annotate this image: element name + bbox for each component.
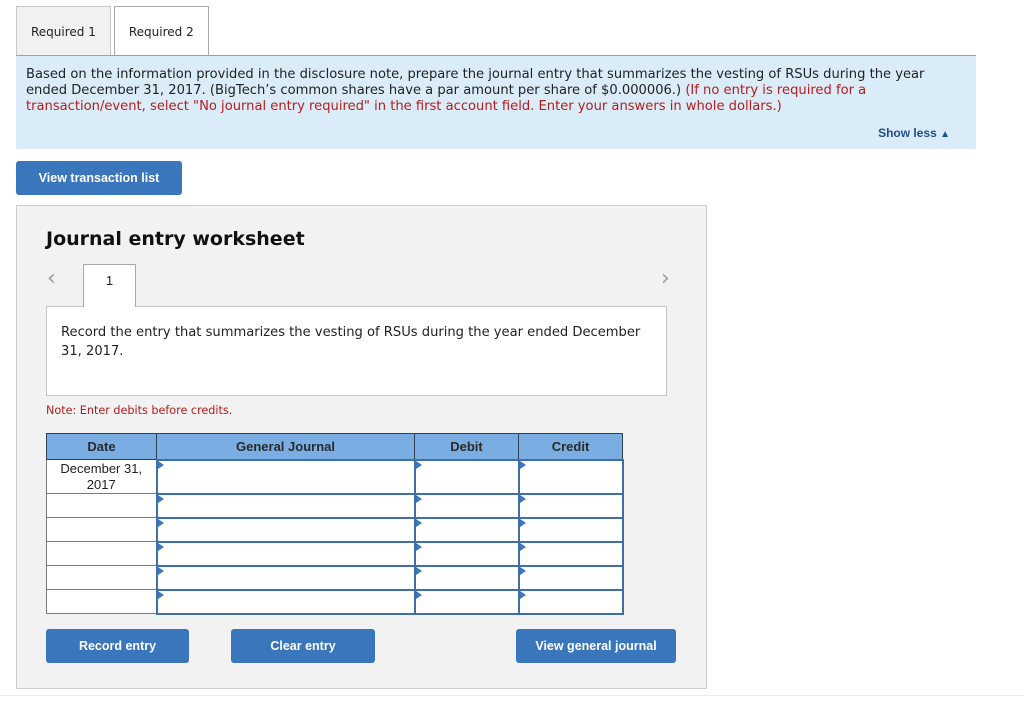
date-cell <box>46 589 157 614</box>
account-field[interactable] <box>155 492 416 519</box>
footer-divider <box>0 695 1024 696</box>
table-row <box>46 564 624 591</box>
debit-field[interactable] <box>413 458 520 495</box>
view-general-journal-button[interactable]: View general journal <box>516 629 676 663</box>
column-header-general-journal: General Journal <box>156 433 415 460</box>
journal-entry-worksheet: Journal entry worksheet ‹ 1 › Record the… <box>16 205 707 689</box>
credit-field[interactable] <box>517 564 624 591</box>
debits-credits-note: Note: Enter debits before credits. <box>46 404 233 417</box>
column-header-date: Date <box>46 433 157 460</box>
instructions-panel: Based on the information provided in the… <box>16 56 976 149</box>
show-less-link[interactable]: Show less ▲ <box>878 125 950 143</box>
view-transaction-list-button[interactable]: View transaction list <box>16 161 182 195</box>
account-field[interactable] <box>155 540 416 567</box>
account-field[interactable] <box>155 588 416 615</box>
date-cell <box>46 493 157 518</box>
credit-field[interactable] <box>517 540 624 567</box>
debit-field[interactable] <box>413 516 520 543</box>
debit-field[interactable] <box>413 588 520 615</box>
entry-tab-1[interactable]: 1 <box>83 264 136 307</box>
triangle-up-icon: ▲ <box>940 129 950 140</box>
table-header-row: Date General Journal Debit Credit <box>46 433 623 460</box>
record-entry-button[interactable]: Record entry <box>46 629 189 663</box>
tab-required-1[interactable]: Required 1 <box>16 6 111 55</box>
account-field[interactable] <box>155 458 416 495</box>
table-row <box>46 492 624 519</box>
chevron-left-icon[interactable]: ‹ <box>47 266 56 291</box>
debit-field[interactable] <box>413 564 520 591</box>
requirement-tabs: Required 1 Required 2 <box>16 6 209 56</box>
worksheet-title: Journal entry worksheet <box>46 228 305 250</box>
table-row <box>46 588 624 615</box>
debit-field[interactable] <box>413 540 520 567</box>
column-header-credit: Credit <box>518 433 623 460</box>
credit-field[interactable] <box>517 492 624 519</box>
chevron-right-icon[interactable]: › <box>661 266 670 291</box>
table-row <box>46 516 624 543</box>
date-cell <box>46 541 157 566</box>
credit-field[interactable] <box>517 458 624 495</box>
debit-field[interactable] <box>413 492 520 519</box>
tab-required-2[interactable]: Required 2 <box>113 6 209 56</box>
date-cell <box>46 565 157 590</box>
table-row: December 31, 2017 <box>46 458 624 495</box>
clear-entry-button[interactable]: Clear entry <box>231 629 375 663</box>
column-header-debit: Debit <box>414 433 519 460</box>
credit-field[interactable] <box>517 588 624 615</box>
entry-description: Record the entry that summarizes the ves… <box>46 306 667 396</box>
date-cell: December 31, 2017 <box>46 459 157 494</box>
credit-field[interactable] <box>517 516 624 543</box>
date-cell <box>46 517 157 542</box>
account-field[interactable] <box>155 516 416 543</box>
journal-table: Date General Journal Debit Credit Decemb… <box>46 433 624 615</box>
show-less-label: Show less <box>878 126 937 140</box>
account-field[interactable] <box>155 564 416 591</box>
table-row <box>46 540 624 567</box>
